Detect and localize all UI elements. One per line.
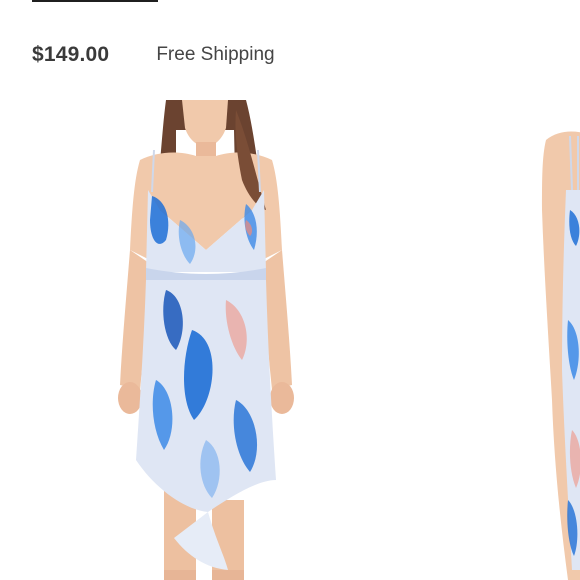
product-image-main[interactable]: [96, 100, 312, 580]
product-detail-page: $149.00 Free Shipping: [0, 0, 580, 580]
model-photo-side: [542, 131, 580, 580]
tab-underline: [32, 0, 158, 2]
model-photo: [118, 100, 294, 580]
shipping-info: Free Shipping: [156, 44, 275, 65]
price-row: $149.00 Free Shipping: [32, 40, 275, 70]
product-price: $149.00: [32, 43, 110, 66]
product-image-carousel[interactable]: [0, 100, 580, 580]
product-image-next[interactable]: [528, 100, 580, 580]
